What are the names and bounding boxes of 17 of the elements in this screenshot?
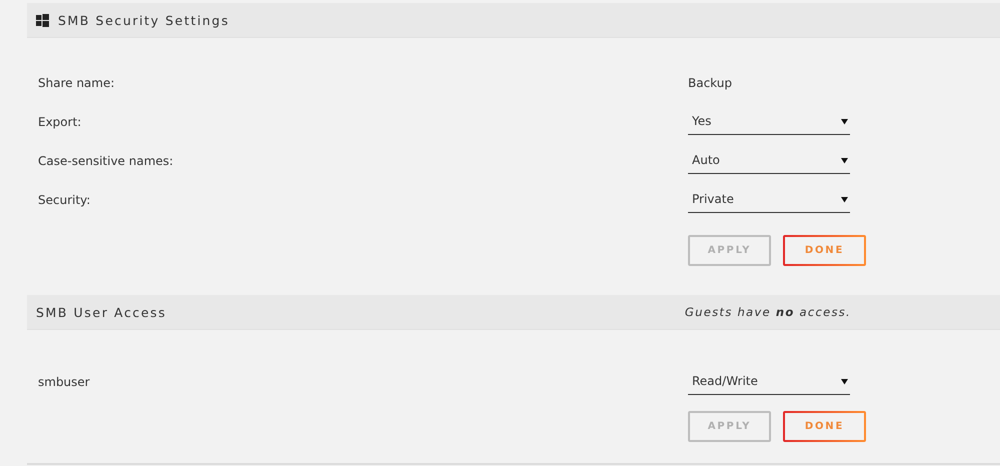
field-label: Security: [38, 192, 92, 206]
field-label: smbuser [38, 374, 91, 388]
section-title: SMB Security Settings [58, 12, 230, 28]
field-label: Export: [38, 114, 82, 128]
caret-icon [841, 156, 848, 164]
section-title: SMB User Access [36, 304, 167, 320]
field-value: Backup [688, 76, 733, 90]
caret-icon [841, 378, 848, 384]
caret-icon [841, 196, 848, 202]
field-label: Share name: [38, 76, 116, 90]
caret-icon [841, 118, 848, 124]
dropdown[interactable]: Auto [688, 148, 850, 174]
dropdown[interactable]: Private [688, 186, 850, 212]
field-label: Case-sensitive names: [38, 154, 174, 168]
dropdown[interactable]: Read/Write [688, 368, 850, 394]
guest-access-note: Guests have no access. [684, 305, 851, 319]
dropdown[interactable]: Yes [688, 108, 850, 134]
